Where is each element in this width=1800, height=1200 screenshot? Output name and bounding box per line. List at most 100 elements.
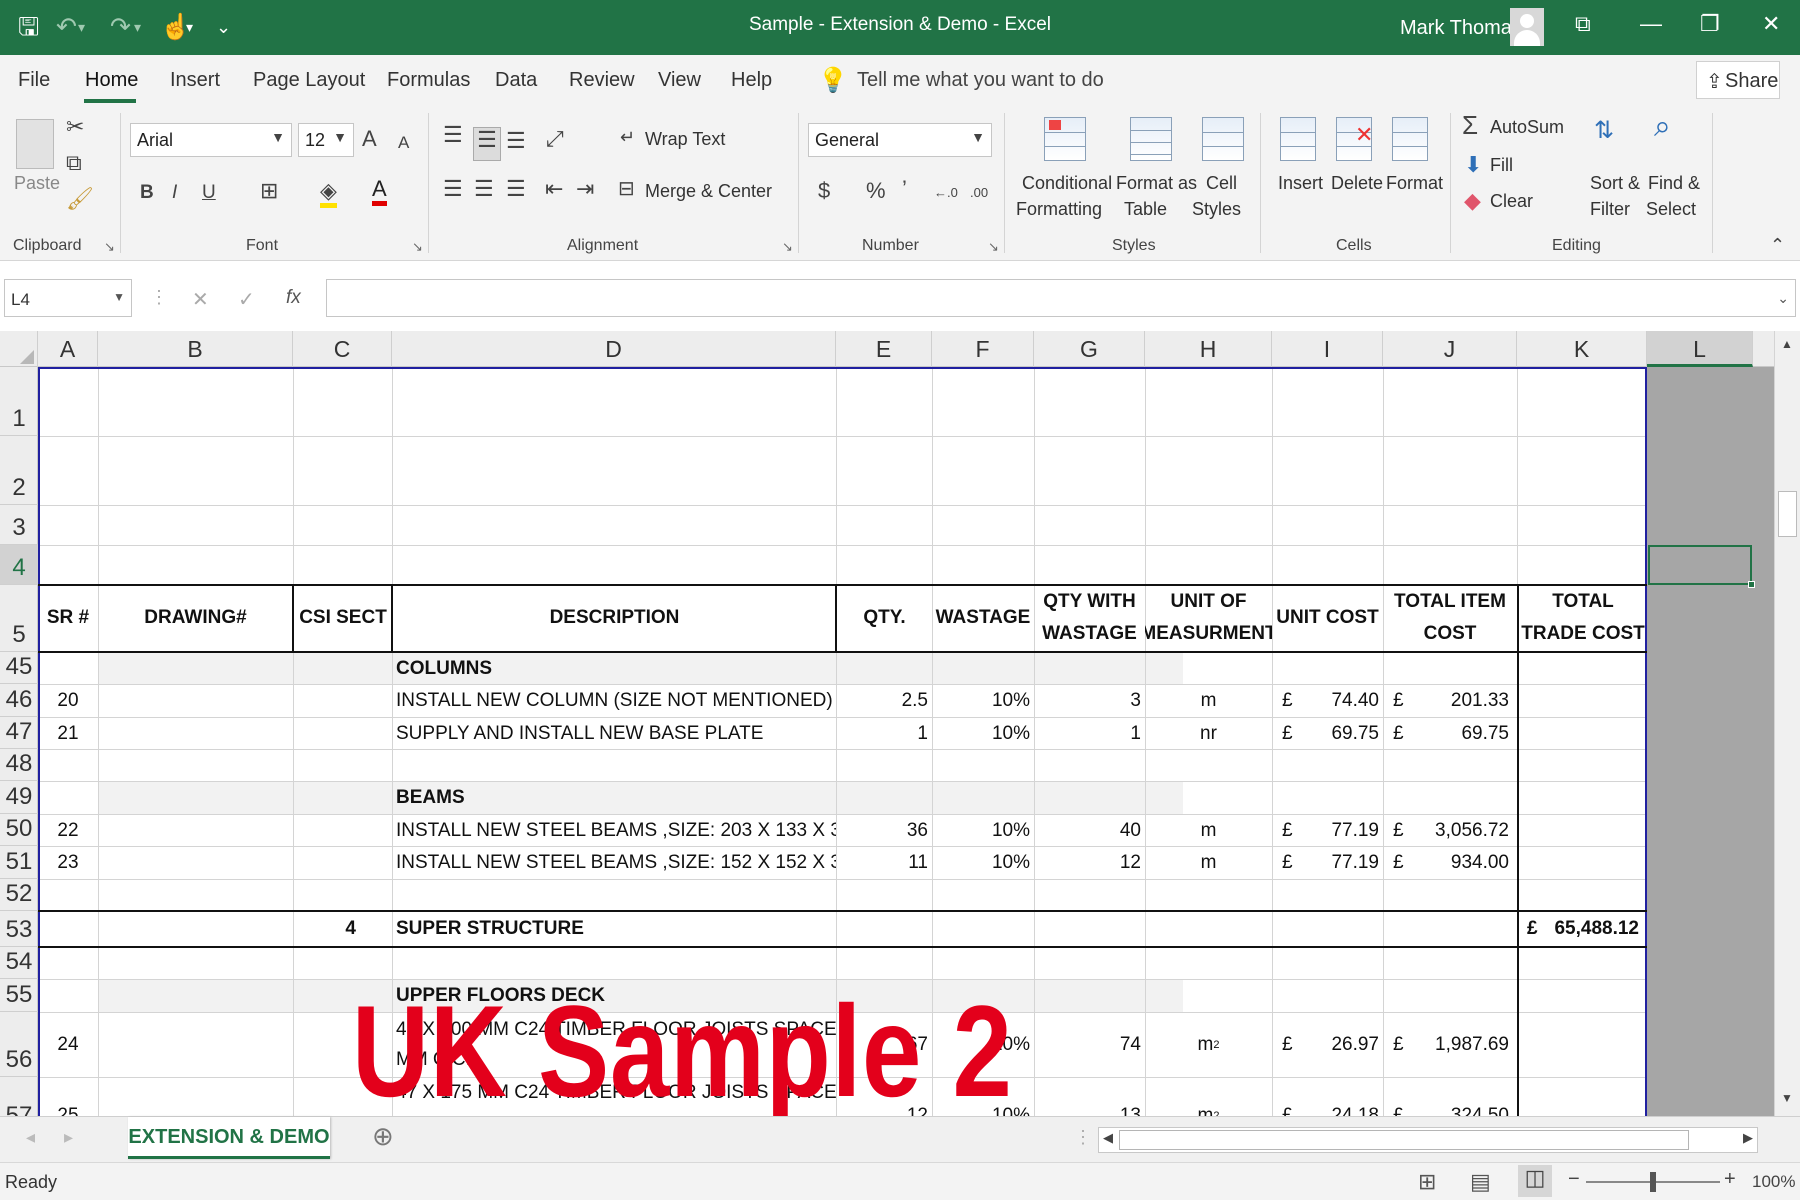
- row-header[interactable]: 52: [0, 879, 38, 911]
- font-size-select[interactable]: 12 ▼: [298, 123, 354, 157]
- row-header[interactable]: 49: [0, 781, 38, 814]
- paste-icon[interactable]: [16, 119, 54, 169]
- normal-view-icon[interactable]: ⊞: [1418, 1169, 1436, 1195]
- row-header[interactable]: 47: [0, 717, 38, 749]
- cell-description[interactable]: SUPPLY AND INSTALL NEW BASE PLATE: [392, 718, 836, 749]
- vertical-scrollbar[interactable]: ▲ ▼: [1774, 331, 1800, 1116]
- close-button[interactable]: ✕: [1762, 11, 1780, 37]
- find-select-label-1[interactable]: Find &: [1648, 173, 1700, 194]
- cell-total-item-cost[interactable]: 1,987.69: [1413, 1013, 1517, 1077]
- cell-sr[interactable]: 20: [38, 685, 98, 717]
- cell-sr[interactable]: 23: [38, 847, 98, 879]
- delete-cells-button[interactable]: Delete: [1331, 173, 1383, 194]
- column-l-outside-print-area[interactable]: [1647, 367, 1774, 1116]
- horizontal-scrollbar[interactable]: ◀ ▶: [1098, 1127, 1758, 1153]
- header-total-item-cost[interactable]: TOTAL ITEM COST: [1383, 586, 1517, 650]
- column-header-h[interactable]: H: [1145, 331, 1272, 367]
- cell-qty-with-wastage[interactable]: 12: [1034, 847, 1145, 879]
- share-button[interactable]: ⇪ Share: [1696, 61, 1780, 99]
- cell-qty-with-wastage[interactable]: 13: [1034, 1101, 1145, 1116]
- cell-qty-with-wastage[interactable]: 40: [1034, 815, 1145, 846]
- cell-unit[interactable]: m: [1145, 815, 1272, 846]
- cell-description[interactable]: INSTALL NEW STEEL BEAMS ,SIZE: 203 X 133…: [392, 815, 836, 846]
- cell-styles-icon[interactable]: [1202, 117, 1244, 161]
- active-cell-l4[interactable]: [1648, 545, 1755, 588]
- currency-button[interactable]: $: [818, 179, 830, 203]
- vertical-scroll-thumb[interactable]: [1778, 491, 1797, 537]
- column-header-a[interactable]: A: [38, 331, 98, 367]
- cell-wastage[interactable]: 10%: [932, 847, 1034, 879]
- cell-unit-cost[interactable]: 74.40: [1302, 685, 1383, 717]
- comma-button[interactable]: ’: [902, 177, 907, 201]
- bold-button[interactable]: B: [140, 181, 154, 205]
- minimize-button[interactable]: —: [1640, 11, 1662, 37]
- fill-button[interactable]: Fill: [1490, 155, 1513, 176]
- row-header[interactable]: 51: [0, 846, 38, 879]
- cut-icon[interactable]: ✂: [66, 115, 84, 139]
- cell-qty[interactable]: 11: [836, 847, 932, 879]
- format-as-table-label-1[interactable]: Format as: [1116, 173, 1197, 194]
- cell-sr[interactable]: 25: [38, 1101, 98, 1116]
- cell-description[interactable]: INSTALL NEW STEEL BEAMS ,SIZE: 152 X 152…: [392, 847, 836, 879]
- increase-indent-icon[interactable]: ⇥: [576, 177, 594, 201]
- cell-qty[interactable]: 2.5: [836, 685, 932, 717]
- cell-wastage[interactable]: 10%: [932, 815, 1034, 846]
- header-unit-of-measurement[interactable]: UNIT OF MEASURMENT: [1145, 586, 1272, 650]
- sort-filter-icon[interactable]: ⇅: [1594, 119, 1614, 143]
- cell-sr[interactable]: 22: [38, 815, 98, 846]
- row-header[interactable]: 5: [0, 585, 38, 652]
- header-csi[interactable]: CSI SECT: [294, 586, 392, 650]
- conditional-formatting-icon[interactable]: [1044, 117, 1086, 161]
- delete-cells-icon[interactable]: ✕: [1336, 117, 1373, 161]
- column-header-l[interactable]: L: [1647, 331, 1753, 367]
- row-header[interactable]: 3: [0, 505, 38, 545]
- cell-styles-label-2[interactable]: Styles: [1192, 199, 1241, 220]
- tab-page-layout[interactable]: Page Layout: [253, 69, 365, 92]
- align-bottom-icon[interactable]: ☰: [506, 129, 526, 153]
- row-header[interactable]: 53: [0, 911, 38, 947]
- decrease-decimal-button[interactable]: .00: [970, 181, 988, 205]
- prev-sheet-icon[interactable]: ◂: [26, 1127, 35, 1148]
- insert-cells-icon[interactable]: [1280, 117, 1316, 161]
- header-qty[interactable]: QTY.: [837, 586, 932, 650]
- header-qty-with-wastage[interactable]: QTY WITH WASTAGE: [1034, 586, 1145, 650]
- row-header[interactable]: 45: [0, 652, 38, 684]
- tab-review[interactable]: Review: [569, 69, 635, 92]
- format-as-table-icon[interactable]: [1130, 117, 1172, 161]
- sort-filter-label-2[interactable]: Filter: [1590, 199, 1630, 220]
- cancel-icon[interactable]: ✕: [192, 287, 209, 312]
- cell-total-item-cost[interactable]: 324.50: [1413, 1101, 1517, 1116]
- cell-unit-cost[interactable]: 77.19: [1302, 847, 1383, 879]
- row-header[interactable]: 48: [0, 749, 38, 781]
- tab-home[interactable]: Home: [85, 69, 138, 92]
- zoom-level[interactable]: 100%: [1752, 1172, 1795, 1192]
- column-header-c[interactable]: C: [293, 331, 392, 367]
- header-description[interactable]: DESCRIPTION: [393, 586, 836, 650]
- name-box[interactable]: L4 ▼: [4, 279, 132, 317]
- tab-data[interactable]: Data: [495, 69, 537, 92]
- zoom-in-button[interactable]: +: [1724, 1168, 1736, 1191]
- cell-unit-cost[interactable]: 77.19: [1302, 815, 1383, 846]
- font-name-select[interactable]: Arial ▼: [130, 123, 292, 157]
- tell-me-search[interactable]: Tell me what you want to do: [857, 69, 1104, 92]
- row-header[interactable]: 4: [0, 545, 38, 585]
- row-header[interactable]: 46: [0, 684, 38, 717]
- increase-decimal-button[interactable]: ←.0: [934, 181, 958, 205]
- cell-qty-with-wastage[interactable]: 1: [1034, 718, 1145, 749]
- find-select-icon[interactable]: ⌕: [1654, 112, 1671, 142]
- tab-insert[interactable]: Insert: [170, 69, 220, 92]
- tab-formulas[interactable]: Formulas: [387, 69, 470, 92]
- column-header-g[interactable]: G: [1034, 331, 1145, 367]
- cell-total-item-cost[interactable]: 934.00: [1413, 847, 1517, 879]
- column-header-e[interactable]: E: [836, 331, 932, 367]
- cell-qty-with-wastage[interactable]: 3: [1034, 685, 1145, 717]
- sheet-tab-extension-demo[interactable]: EXTENSION & DEMO: [128, 1117, 330, 1159]
- align-left-icon[interactable]: ☰: [443, 177, 463, 201]
- cell-styles-label-1[interactable]: Cell: [1206, 173, 1237, 194]
- cell-total-item-cost[interactable]: 3,056.72: [1413, 815, 1517, 846]
- grow-font-icon[interactable]: A: [362, 127, 377, 151]
- header-wastage[interactable]: WASTAGE: [932, 586, 1034, 650]
- row-header[interactable]: 50: [0, 814, 38, 846]
- format-cells-button[interactable]: Format: [1386, 173, 1443, 194]
- section-super-structure[interactable]: SUPER STRUCTURE: [392, 912, 836, 946]
